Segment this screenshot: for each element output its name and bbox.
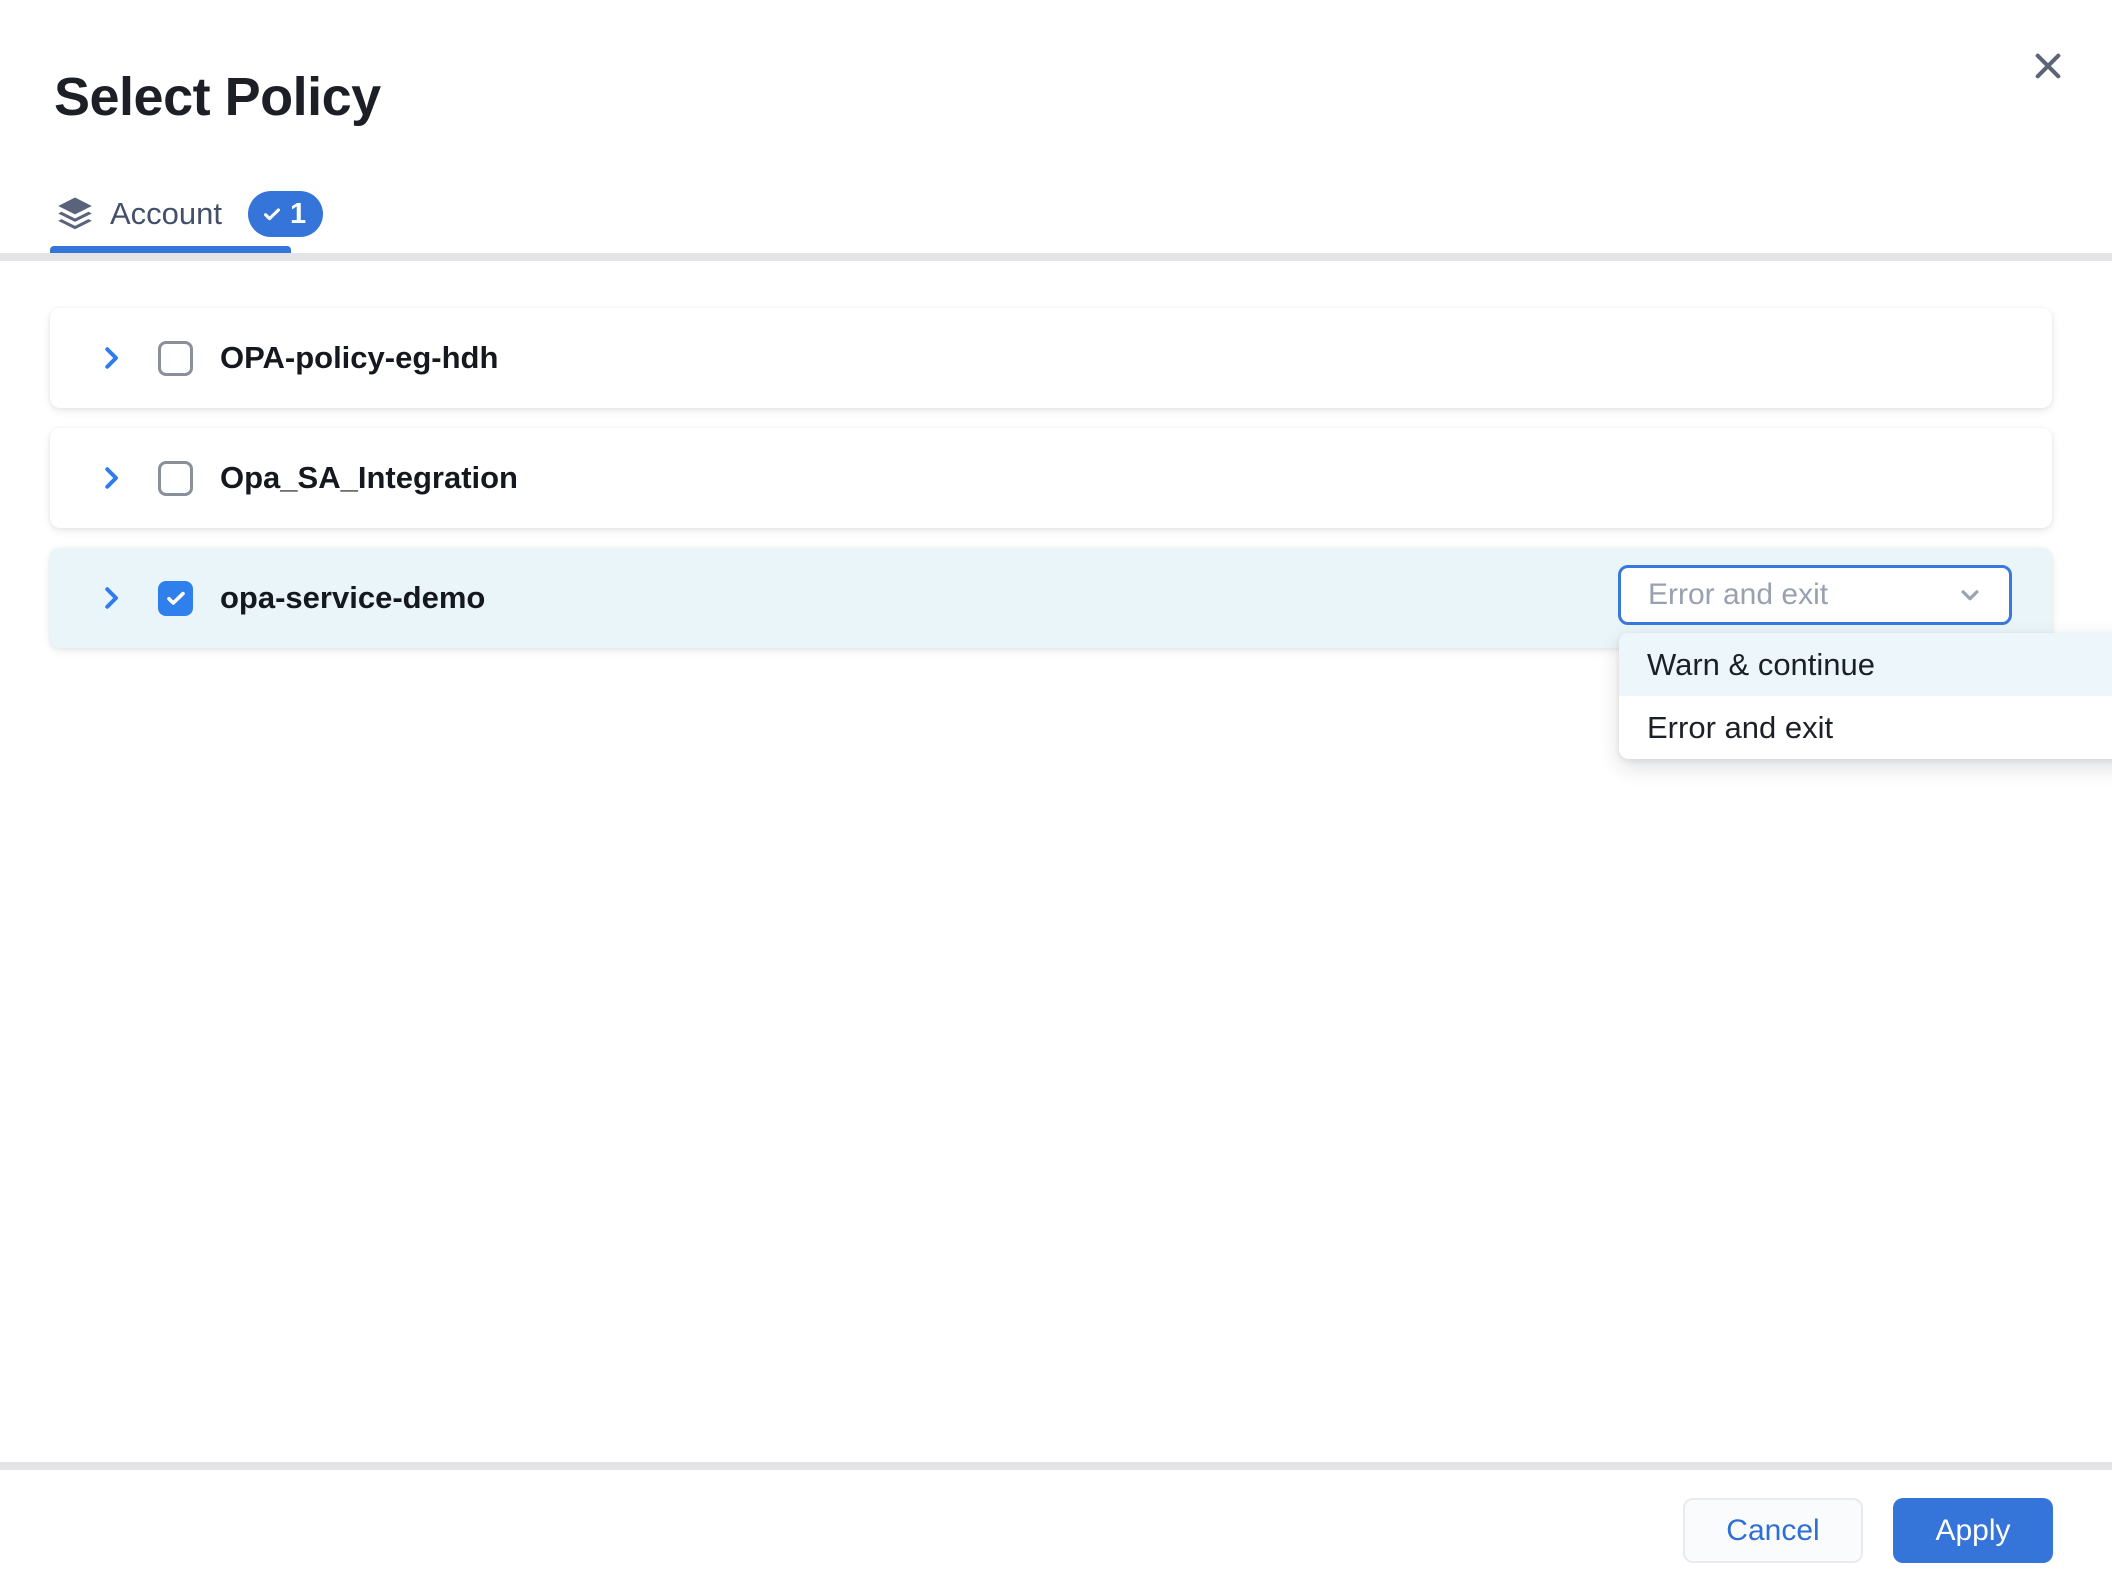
close-icon — [2029, 47, 2067, 85]
policy-checkbox[interactable] — [158, 341, 193, 376]
policy-checkbox[interactable] — [158, 461, 193, 496]
check-icon — [164, 586, 188, 610]
policy-name: opa-service-demo — [220, 580, 485, 616]
tabs-divider — [0, 253, 2112, 261]
policy-row: OPA-policy-eg-hdh — [50, 308, 2052, 408]
badge-count: 1 — [290, 198, 306, 231]
policy-name: OPA-policy-eg-hdh — [220, 340, 498, 376]
action-select[interactable]: Error and exit — [1618, 565, 2012, 625]
dropdown-option-warn-continue[interactable]: Warn & continue — [1619, 633, 2112, 696]
select-policy-modal: Select Policy Account 1 — [0, 0, 2112, 1580]
layers-icon — [54, 193, 96, 235]
footer-divider — [0, 1462, 2112, 1470]
check-icon — [261, 203, 283, 225]
expand-chevron-button[interactable] — [94, 461, 128, 495]
chevron-right-icon — [96, 463, 126, 493]
action-select-value: Error and exit — [1648, 578, 1955, 612]
policy-row: Opa_SA_Integration — [50, 428, 2052, 528]
chevron-right-icon — [96, 583, 126, 613]
action-dropdown-menu: Warn & continue Error and exit — [1619, 633, 2112, 759]
active-tab-underline — [50, 246, 291, 253]
cancel-button[interactable]: Cancel — [1683, 1498, 1863, 1563]
expand-chevron-button[interactable] — [94, 341, 128, 375]
expand-chevron-button[interactable] — [94, 581, 128, 615]
tab-account[interactable]: Account 1 — [54, 188, 323, 240]
policy-name: Opa_SA_Integration — [220, 460, 518, 496]
page-title: Select Policy — [54, 66, 381, 128]
close-button[interactable] — [2022, 40, 2074, 92]
chevron-down-icon — [1955, 580, 1985, 610]
policy-checkbox-checked[interactable] — [158, 581, 193, 616]
tab-account-label: Account — [110, 196, 222, 232]
apply-button[interactable]: Apply — [1893, 1498, 2053, 1563]
chevron-right-icon — [96, 343, 126, 373]
selected-count-badge: 1 — [248, 191, 323, 237]
dropdown-option-error-exit[interactable]: Error and exit — [1619, 696, 2112, 759]
